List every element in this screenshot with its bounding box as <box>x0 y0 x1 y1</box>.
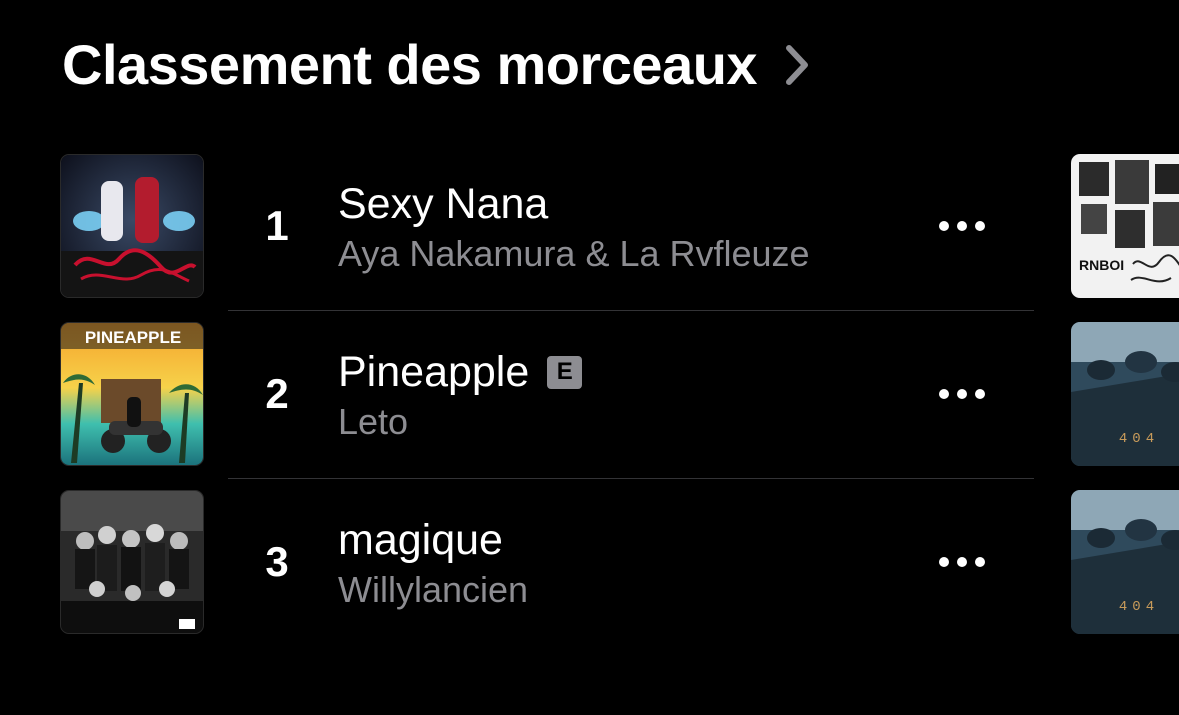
next-column-artwork-2[interactable]: 404 <box>1071 322 1179 466</box>
row-divider <box>228 310 1034 311</box>
top-songs-screen: Classement des morceaux 1 Sexy Nana Aya … <box>0 0 1179 715</box>
album-artwork-1 <box>60 154 204 298</box>
track-row-1[interactable]: 1 Sexy Nana Aya Nakamura & La Rvfleuze <box>0 154 1179 300</box>
artist-name: Leto <box>338 401 409 442</box>
section-header[interactable]: Classement des morceaux <box>62 30 813 100</box>
section-title: Classement des morceaux <box>62 33 758 96</box>
ellipsis-icon <box>939 557 985 567</box>
track-row-2[interactable]: PINEAPPLE 2 Pineapple E Leto <box>0 322 1179 468</box>
song-title: Pineapple <box>338 348 530 396</box>
album-artwork-2: PINEAPPLE <box>60 322 204 466</box>
artwork-title-text: 404 <box>1119 431 1159 447</box>
ellipsis-icon <box>939 221 985 231</box>
album-artwork-3 <box>60 490 204 634</box>
row-divider <box>228 478 1034 479</box>
track-info: Pineapple E Leto <box>338 346 583 446</box>
more-options-button[interactable] <box>932 206 992 246</box>
next-column-artwork-3[interactable]: 404 <box>1071 490 1179 634</box>
track-row-3[interactable]: 3 magique Willylancien <box>0 490 1179 636</box>
more-options-button[interactable] <box>932 542 992 582</box>
artwork-title-text: RNBOI <box>1079 257 1124 273</box>
rank-number: 1 <box>265 202 289 249</box>
track-info: magique Willylancien <box>338 514 528 614</box>
song-title: magique <box>338 516 503 564</box>
explicit-badge: E <box>547 355 583 389</box>
song-title: Sexy Nana <box>338 180 549 228</box>
next-column-artwork-1[interactable]: RNBOI <box>1071 154 1179 298</box>
rank-number: 3 <box>265 538 289 585</box>
artist-name: Willylancien <box>338 569 529 610</box>
more-options-button[interactable] <box>932 374 992 414</box>
rank-number: 2 <box>265 370 289 417</box>
artist-name: Aya Nakamura & La Rvfleuze <box>338 233 810 274</box>
artwork-title-text: PINEAPPLE <box>85 328 181 347</box>
artwork-title-text: 404 <box>1119 599 1159 615</box>
chevron-right-icon <box>783 42 813 88</box>
track-info: Sexy Nana Aya Nakamura & La Rvfleuze <box>338 178 810 278</box>
ellipsis-icon <box>939 389 985 399</box>
